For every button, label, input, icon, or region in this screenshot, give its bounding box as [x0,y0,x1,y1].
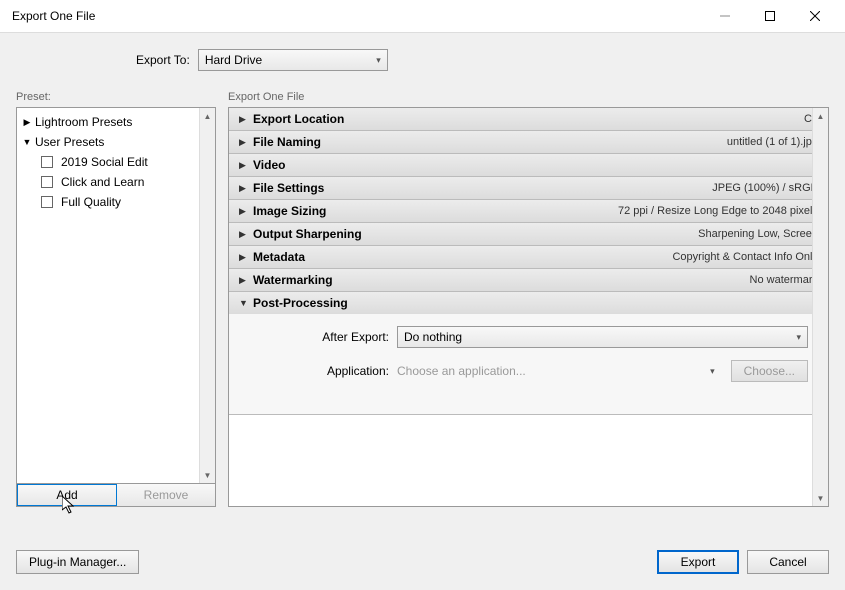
panel-status: untitled (1 of 1).jpg [727,136,818,148]
export-to-select[interactable]: Hard Drive ▾ [198,49,388,71]
panel-header[interactable]: ▶ File Settings JPEG (100%) / sRGB [229,177,828,199]
preset-list: ▶ Lightroom Presets ▼ User Presets 2019 … [16,107,216,484]
panel-title: File Naming [253,135,727,149]
export-button[interactable]: Export [657,550,739,574]
triangle-right-icon: ▶ [239,183,253,194]
preset-item-label: Click and Learn [61,175,144,189]
export-to-label: Export To: [136,53,190,67]
panel-status: 72 ppi / Resize Long Edge to 2048 pixels [618,205,818,217]
panel-title: Post-Processing [253,296,818,310]
after-export-label: After Export: [249,330,389,344]
panel-status: Sharpening Low, Screen [698,228,818,240]
scroll-up-icon[interactable]: ▲ [200,108,215,124]
panel-export-location: ▶ Export Location C:\ [229,108,828,131]
bottom-row: Plug-in Manager... Export Cancel [16,550,829,574]
post-processing-body: After Export: Do nothing ▾ Application: … [229,314,828,414]
preset-group-label: Lightroom Presets [35,115,132,129]
settings-scrollbar[interactable]: ▲ ▼ [812,108,828,506]
panel-title: Metadata [253,250,672,264]
panel-title: Video [253,158,818,172]
application-label: Application: [249,364,389,378]
panel-watermarking: ▶ Watermarking No watermark [229,269,828,292]
cancel-button[interactable]: Cancel [747,550,829,574]
checkbox-icon[interactable] [41,176,53,188]
chevron-down-icon: ▾ [796,332,801,343]
preset-group-user[interactable]: ▼ User Presets [17,132,215,152]
panel-header[interactable]: ▶ Video [229,154,828,176]
triangle-right-icon: ▶ [239,206,253,217]
panel-header[interactable]: ▶ Metadata Copyright & Contact Info Only [229,246,828,268]
panel-header[interactable]: ▶ File Naming untitled (1 of 1).jpg [229,131,828,153]
panel-post-processing: ▼ Post-Processing After Export: Do nothi… [229,292,828,415]
checkbox-icon[interactable] [41,156,53,168]
preset-group-label: User Presets [35,135,104,149]
panel-status: JPEG (100%) / sRGB [712,182,818,194]
after-export-row: After Export: Do nothing ▾ [249,326,808,348]
panel-header[interactable]: ▶ Export Location C:\ [229,108,828,130]
panel-file-settings: ▶ File Settings JPEG (100%) / sRGB [229,177,828,200]
panel-title: File Settings [253,181,712,195]
panel-title: Export Location [253,112,804,126]
preset-item-label: 2019 Social Edit [61,155,148,169]
after-export-select[interactable]: Do nothing ▾ [397,326,808,348]
panel-image-sizing: ▶ Image Sizing 72 ppi / Resize Long Edge… [229,200,828,223]
triangle-down-icon: ▼ [239,298,253,308]
triangle-right-icon: ▶ [239,229,253,240]
chevron-down-icon: ▾ [376,55,381,66]
application-placeholder: Choose an application... [397,364,526,378]
plugin-manager-button[interactable]: Plug-in Manager... [16,550,139,574]
preset-column: Preset: ▶ Lightroom Presets ▼ User Prese… [16,91,216,507]
panel-output-sharpening: ▶ Output Sharpening Sharpening Low, Scre… [229,223,828,246]
maximize-button[interactable] [747,1,792,31]
application-row: Application: Choose an application... ▾ … [249,360,808,382]
scroll-up-icon[interactable]: ▲ [813,108,828,124]
choose-application-button: Choose... [731,360,808,382]
settings-column: Export One File ▶ Export Location C:\ ▶ … [228,91,829,507]
panel-container: ▶ Export Location C:\ ▶ File Naming unti… [228,107,829,507]
minimize-button[interactable] [702,1,747,31]
export-to-row: Export To: Hard Drive ▾ [16,49,829,71]
triangle-right-icon: ▶ [239,252,253,263]
application-field: Choose an application... ▾ [397,360,723,382]
preset-item-label: Full Quality [61,195,121,209]
panel-title: Output Sharpening [253,227,698,241]
preset-item[interactable]: 2019 Social Edit [17,152,215,172]
remove-preset-button: Remove [117,484,215,506]
preset-buttons: Add Remove [16,484,216,507]
preset-item[interactable]: Full Quality [17,192,215,212]
panel-status: No watermark [750,274,818,286]
preset-group-lightroom[interactable]: ▶ Lightroom Presets [17,112,215,132]
window-title: Export One File [12,9,702,23]
panel-video: ▶ Video [229,154,828,177]
panel-header[interactable]: ▼ Post-Processing [229,292,828,314]
scroll-down-icon[interactable]: ▼ [200,467,215,483]
panel-file-naming: ▶ File Naming untitled (1 of 1).jpg [229,131,828,154]
preset-header: Preset: [16,91,216,103]
panel-header[interactable]: ▶ Watermarking No watermark [229,269,828,291]
panel-title: Image Sizing [253,204,618,218]
panel-metadata: ▶ Metadata Copyright & Contact Info Only [229,246,828,269]
panel-title: Watermarking [253,273,750,287]
panel-header[interactable]: ▶ Image Sizing 72 ppi / Resize Long Edge… [229,200,828,222]
triangle-right-icon: ▶ [239,114,253,125]
triangle-right-icon: ▶ [239,160,253,171]
preset-item[interactable]: Click and Learn [17,172,215,192]
preset-scrollbar[interactable]: ▲ ▼ [199,108,215,483]
after-export-value: Do nothing [404,330,462,344]
triangle-right-icon: ▶ [21,117,33,128]
dialog-content: Export To: Hard Drive ▾ Preset: ▶ Lightr… [0,32,845,590]
chevron-down-icon: ▾ [710,366,715,377]
triangle-right-icon: ▶ [239,137,253,148]
add-preset-button[interactable]: Add [17,484,117,506]
checkbox-icon[interactable] [41,196,53,208]
panel-header[interactable]: ▶ Output Sharpening Sharpening Low, Scre… [229,223,828,245]
export-to-value: Hard Drive [205,53,262,67]
scroll-down-icon[interactable]: ▼ [813,490,828,506]
settings-header: Export One File [228,91,829,103]
triangle-right-icon: ▶ [239,275,253,286]
triangle-down-icon: ▼ [21,137,33,147]
panel-status: Copyright & Contact Info Only [672,251,818,263]
close-button[interactable] [792,1,837,31]
titlebar: Export One File [0,0,845,32]
